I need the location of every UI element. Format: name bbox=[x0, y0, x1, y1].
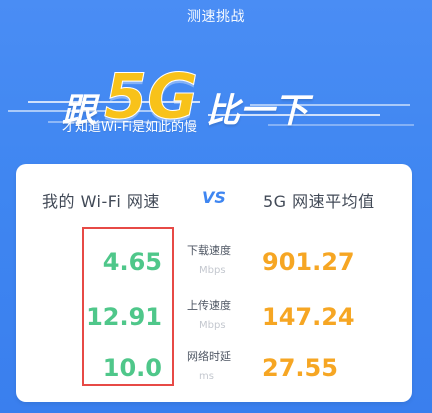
download-row: 4.65 下载速度 Mbps 901.27 bbox=[16, 241, 412, 283]
screen-title: 测速挑战 bbox=[187, 9, 245, 25]
download-label: 下载速度 bbox=[187, 244, 231, 257]
vs-label: VS bbox=[202, 188, 226, 207]
wifi-latency-value: 10.0 bbox=[102, 354, 162, 382]
hero-brand-5g: 5G bbox=[103, 60, 199, 133]
upload-label: 上传速度 bbox=[187, 299, 231, 312]
download-unit: Mbps bbox=[199, 265, 226, 276]
fiveg-average-title: 5G 网速平均值 bbox=[263, 192, 375, 211]
upload-row: 12.91 上传速度 Mbps 147.24 bbox=[16, 296, 412, 338]
latency-unit: ms bbox=[199, 371, 214, 382]
comparison-header: 我的 Wi-Fi 网速 VS 5G 网速平均值 bbox=[16, 188, 412, 211]
wifi-upload-value: 12.91 bbox=[86, 303, 162, 331]
comparison-card: 我的 Wi-Fi 网速 VS 5G 网速平均值 4.65 下载速度 Mbps 9… bbox=[16, 164, 412, 402]
latency-metric: 网络时延 ms bbox=[187, 347, 245, 389]
latency-row: 10.0 网络时延 ms 27.55 bbox=[16, 347, 412, 389]
hero-suffix: 比一下 bbox=[206, 91, 309, 131]
wifi-speed-title: 我的 Wi-Fi 网速 bbox=[42, 192, 160, 211]
hero-banner: 跟 5G 比一下 才知道Wi-Fi是如此的慢 bbox=[0, 48, 432, 158]
download-metric: 下载速度 Mbps bbox=[187, 241, 245, 283]
fiveg-latency-value: 27.55 bbox=[262, 354, 338, 382]
upload-metric: 上传速度 Mbps bbox=[187, 296, 245, 338]
upload-unit: Mbps bbox=[199, 320, 226, 331]
latency-label: 网络时延 bbox=[187, 350, 231, 363]
hero-subtitle: 才知道Wi-Fi是如此的慢 bbox=[62, 120, 198, 135]
hero-headline: 跟 5G 比一下 bbox=[62, 58, 308, 128]
wifi-download-value: 4.65 bbox=[102, 248, 162, 276]
fiveg-upload-value: 147.24 bbox=[262, 303, 355, 331]
fiveg-download-value: 901.27 bbox=[262, 248, 355, 276]
